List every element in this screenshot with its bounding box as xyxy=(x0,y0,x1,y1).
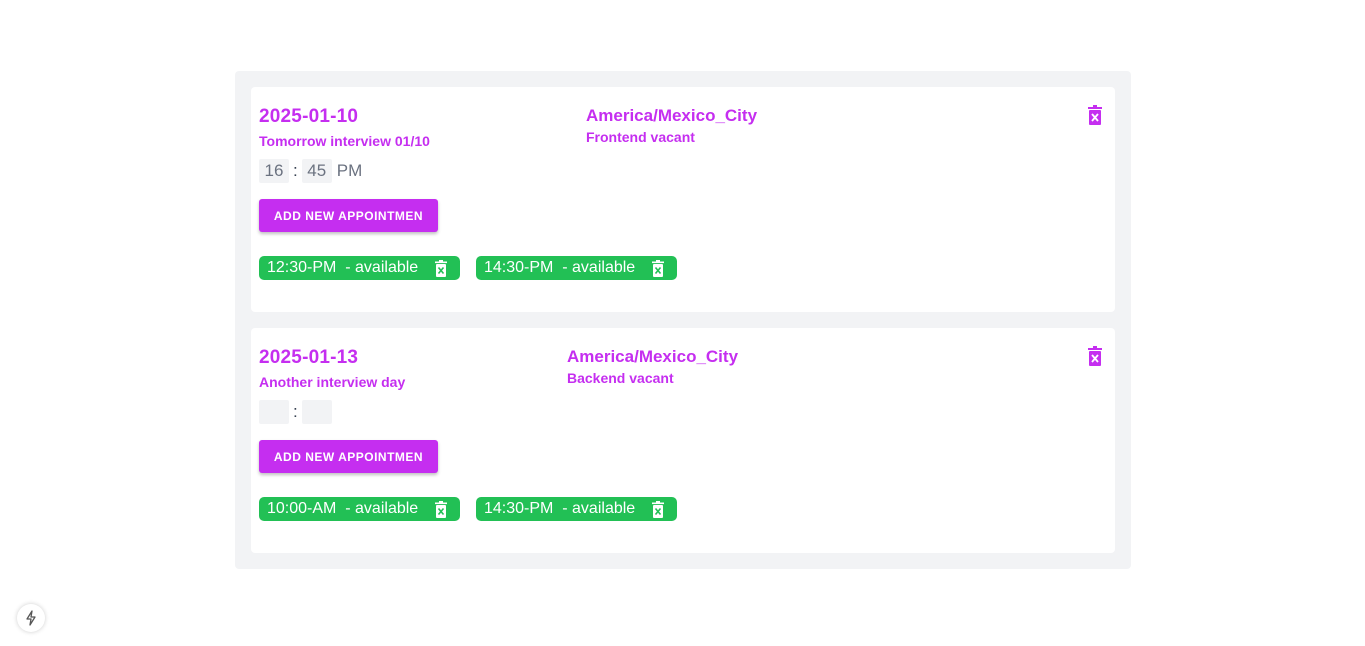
hour-input[interactable] xyxy=(259,400,289,424)
lightning-icon xyxy=(26,610,36,626)
time-picker: : PM xyxy=(259,159,362,183)
day-card: 2025-01-13 Another interview day America… xyxy=(251,328,1115,553)
slot-badge: 14:30-PM - available xyxy=(476,256,677,280)
slot-badge: 14:30-PM - available xyxy=(476,497,677,521)
minute-input[interactable] xyxy=(301,400,332,424)
dev-tools-badge[interactable] xyxy=(17,604,45,632)
schedule-container: 2025-01-10 Tomorrow interview 01/10 Amer… xyxy=(235,71,1131,569)
time-separator: : xyxy=(293,161,298,180)
delete-slot-icon[interactable] xyxy=(435,260,447,277)
slot-list: 10:00-AM - available 14:30-PM - availabl… xyxy=(259,497,677,521)
day-card: 2025-01-10 Tomorrow interview 01/10 Amer… xyxy=(251,87,1115,312)
add-appointment-button[interactable]: ADD NEW APPOINTMEN xyxy=(259,199,438,232)
delete-slot-icon[interactable] xyxy=(652,260,664,277)
timezone-label: America/Mexico_City xyxy=(586,106,758,125)
day-date: 2025-01-13 xyxy=(259,347,359,368)
vacant-label: Backend vacant xyxy=(567,370,674,386)
day-title: Tomorrow interview 01/10 xyxy=(259,133,430,149)
slot-label: 14:30-PM - available xyxy=(484,259,636,276)
timezone-label: America/Mexico_City xyxy=(567,347,739,366)
add-appointment-button[interactable]: ADD NEW APPOINTMEN xyxy=(259,440,438,473)
slot-label: 10:00-AM - available xyxy=(267,500,419,517)
ampm-label: PM xyxy=(336,161,363,180)
slot-badge: 12:30-PM - available xyxy=(259,256,460,280)
time-separator: : xyxy=(293,402,298,421)
minute-input[interactable] xyxy=(301,159,332,183)
hour-input[interactable] xyxy=(259,159,289,183)
delete-slot-icon[interactable] xyxy=(652,501,664,518)
slot-label: 14:30-PM - available xyxy=(484,500,636,517)
vacant-label: Frontend vacant xyxy=(586,129,695,145)
delete-day-icon[interactable] xyxy=(1088,105,1102,125)
time-picker: : xyxy=(259,400,337,424)
slot-list: 12:30-PM - available 14:30-PM - availabl… xyxy=(259,256,677,280)
slot-badge: 10:00-AM - available xyxy=(259,497,460,521)
day-title: Another interview day xyxy=(259,374,406,390)
slot-label: 12:30-PM - available xyxy=(267,259,419,276)
delete-slot-icon[interactable] xyxy=(435,501,447,518)
delete-day-icon[interactable] xyxy=(1088,346,1102,366)
day-date: 2025-01-10 xyxy=(259,106,359,127)
